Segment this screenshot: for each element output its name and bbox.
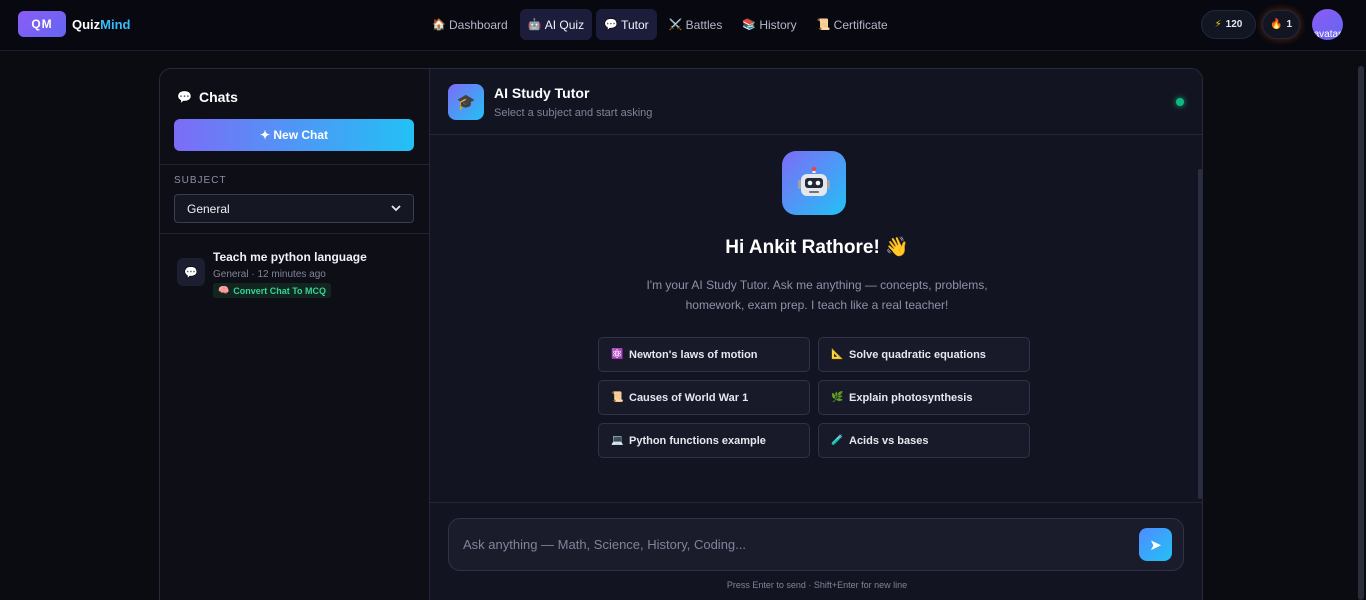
triangle-ruler-icon: 📐 — [831, 349, 844, 360]
chats-sidebar: 💬 Chats ✦ New Chat SUBJECT General 💬 Tea… — [160, 69, 430, 600]
user-avatar[interactable]: avatar — [1312, 9, 1343, 40]
suggestion-acids-bases[interactable]: 🧪 Acids vs bases — [818, 423, 1030, 458]
nav-history-label: History — [759, 17, 797, 32]
nav-certificate-label: Certificate — [833, 17, 888, 32]
nav-history[interactable]: 📚 History — [734, 9, 804, 40]
nav-certificate[interactable]: 📜 Certificate — [809, 9, 896, 40]
chat-bubble-icon: 💬 — [177, 258, 205, 286]
chat-item-meta: General · 12 minutes ago — [213, 269, 326, 280]
robot-icon — [782, 151, 846, 215]
avatar-alt-text: avatar — [1313, 29, 1342, 40]
scroll-icon: 📜 — [611, 392, 624, 403]
nav-ai-quiz-label: AI Quiz — [544, 17, 585, 32]
suggestion-quadratic-equations[interactable]: 📐 Solve quadratic equations — [818, 337, 1030, 372]
chat-header: 🎓 AI Study Tutor Select a subject and st… — [430, 69, 1202, 135]
main-nav: 🏠 Dashboard 🤖 AI Quiz 💬 Tutor ⚔️ Battles… — [424, 9, 896, 40]
chat-bubble-icon: 💬 — [604, 19, 618, 31]
nav-tutor[interactable]: 💬 Tutor — [596, 9, 657, 40]
sidebar-divider — [160, 233, 430, 234]
nav-tutor-label: Tutor — [621, 17, 649, 32]
sidebar-divider — [160, 164, 430, 165]
test-tube-icon: 🧪 — [831, 435, 844, 446]
brand-logo[interactable]: QM QuizMind — [18, 11, 131, 37]
welcome-greeting: Hi Ankit Rathore! 👋 — [725, 237, 909, 258]
nav-dashboard-label: Dashboard — [449, 17, 508, 32]
graduation-cap-icon: 🎓 — [448, 84, 484, 120]
chevron-down-icon — [391, 203, 401, 215]
leaf-icon: 🌿 — [831, 392, 844, 403]
laptop-icon: 💻 — [611, 435, 624, 446]
online-status-indicator — [1176, 98, 1184, 106]
suggestion-label: Acids vs bases — [849, 434, 929, 447]
suggestion-newtons-laws[interactable]: ⚛️ Newton's laws of motion — [598, 337, 810, 372]
brain-icon: 🧠 — [218, 285, 230, 295]
brand-name-accent: Mind — [100, 16, 131, 32]
nav-ai-quiz[interactable]: 🤖 AI Quiz — [519, 9, 593, 40]
suggestion-label: Causes of World War 1 — [629, 391, 749, 404]
atom-icon: ⚛️ — [611, 349, 624, 360]
page-scrollbar[interactable] — [1358, 66, 1364, 600]
brand-name: QuizMind — [72, 17, 131, 32]
nav-dashboard[interactable]: 🏠 Dashboard — [424, 9, 516, 40]
crossed-swords-icon: ⚔️ — [668, 19, 683, 31]
logo-badge: QM — [18, 11, 66, 37]
robot-icon: 🤖 — [527, 19, 542, 31]
suggestion-photosynthesis[interactable]: 🌿 Explain photosynthesis — [818, 380, 1030, 415]
subject-label: SUBJECT — [174, 175, 227, 186]
send-arrow-icon: ➤ — [1149, 536, 1162, 554]
chat-history-item[interactable]: 💬 Teach me python language General · 12 … — [177, 249, 417, 299]
streak-badge: 🔥 1 — [1262, 10, 1300, 39]
chat-scrollbar[interactable] — [1198, 169, 1202, 499]
suggestion-label: Explain photosynthesis — [849, 391, 973, 404]
xp-value: 120 — [1225, 19, 1243, 30]
suggestion-world-war-1[interactable]: 📜 Causes of World War 1 — [598, 380, 810, 415]
welcome-intro: I'm your AI Study Tutor. Ask me anything… — [646, 278, 988, 312]
nav-battles-label: Battles — [685, 17, 723, 32]
tutor-card: 💬 Chats ✦ New Chat SUBJECT General 💬 Tea… — [159, 68, 1203, 600]
composer: ➤ Press Enter to send · Shift+Enter for … — [430, 502, 1202, 600]
xp-badge: ⚡ 120 — [1201, 10, 1256, 39]
suggestion-label: Newton's laws of motion — [629, 348, 758, 361]
subject-select[interactable]: General — [174, 194, 414, 223]
scroll-icon: 📜 — [816, 19, 831, 31]
convert-to-mcq-label: Convert Chat To MCQ — [233, 285, 327, 296]
chats-heading: 💬 Chats — [177, 89, 238, 105]
suggestion-python-functions[interactable]: 💻 Python functions example — [598, 423, 810, 458]
chat-item-title: Teach me python language — [213, 250, 367, 264]
fire-icon: 🔥 — [1269, 19, 1283, 30]
chats-heading-label: Chats — [198, 89, 238, 105]
tutor-title: AI Study Tutor — [494, 85, 590, 101]
subject-select-value: General — [187, 201, 230, 216]
books-icon: 📚 — [742, 19, 757, 31]
composer-hint: Press Enter to send · Shift+Enter for ne… — [726, 580, 908, 590]
chat-pane: 🎓 AI Study Tutor Select a subject and st… — [430, 69, 1202, 600]
new-chat-button[interactable]: ✦ New Chat — [174, 119, 414, 151]
lightning-icon: ⚡ — [1214, 19, 1222, 30]
convert-to-mcq-button[interactable]: 🧠 Convert Chat To MCQ — [213, 283, 332, 298]
top-navbar: QM QuizMind 🏠 Dashboard 🤖 AI Quiz 💬 Tuto… — [0, 0, 1366, 51]
streak-value: 1 — [1286, 19, 1292, 30]
tutor-subtitle: Select a subject and start asking — [494, 107, 653, 119]
send-button[interactable]: ➤ — [1139, 528, 1172, 561]
suggestion-label: Python functions example — [629, 434, 766, 447]
nav-battles[interactable]: ⚔️ Battles — [661, 9, 731, 40]
brand-name-main: Quiz — [72, 16, 101, 32]
suggestion-label: Solve quadratic equations — [849, 348, 986, 361]
chat-message-input[interactable] — [448, 518, 1184, 571]
chat-bubble-icon: 💬 — [177, 90, 192, 104]
home-icon: 🏠 — [432, 19, 446, 31]
